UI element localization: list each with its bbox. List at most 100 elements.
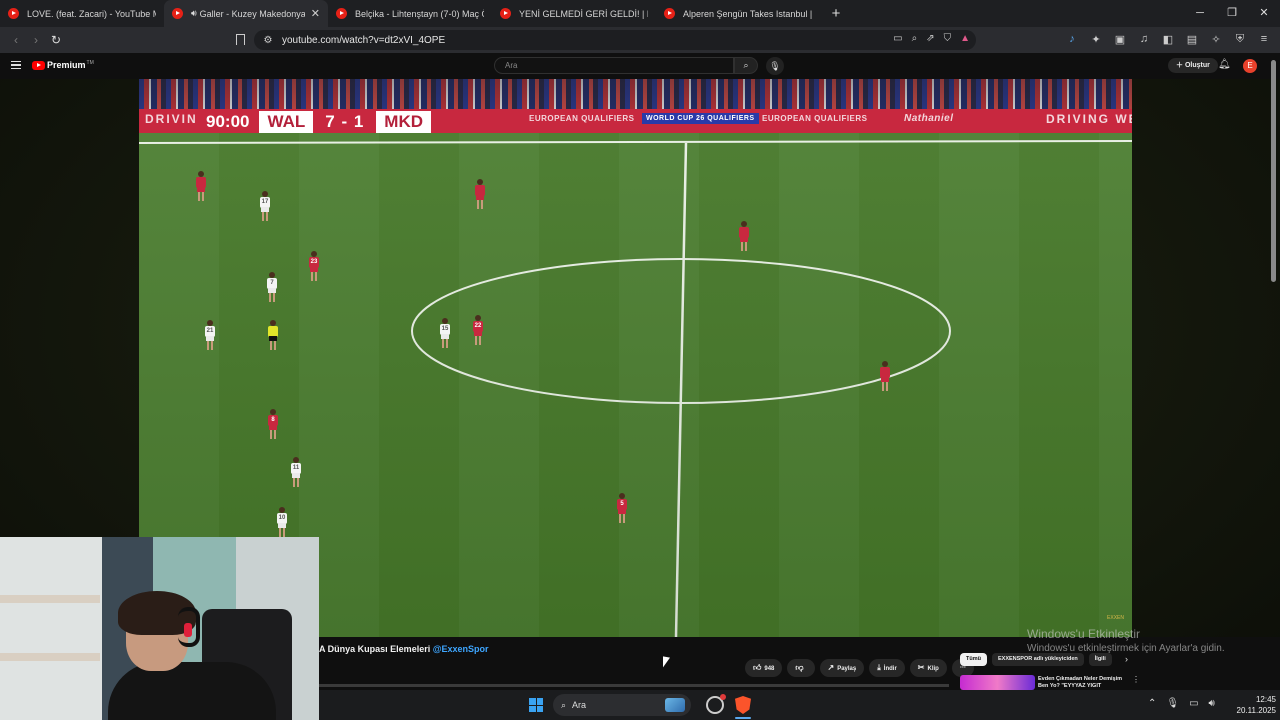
streamer-body (108, 662, 276, 720)
menu-icon[interactable]: ≡ (1256, 33, 1272, 46)
sidebar-icon[interactable]: ◧ (1160, 33, 1176, 46)
search-input[interactable]: Ara (494, 57, 734, 74)
reload-icon[interactable]: ↻ (46, 33, 66, 47)
screenshot-icon[interactable]: ▣ (1112, 33, 1128, 46)
browser-tab[interactable]: YENİ GELMEDİ GERİ GELDİ! | LOL YAY (492, 0, 656, 27)
scroll-divider (319, 684, 949, 687)
touchline (139, 140, 1132, 144)
back-icon[interactable]: ‹ (6, 33, 26, 47)
taskbar-search[interactable]: ⌕ Ara (553, 694, 691, 716)
windows-start-icon[interactable] (529, 698, 543, 712)
brave-shield-icon[interactable]: ⛉ (944, 33, 952, 44)
taskbar-search-label: Ara (572, 700, 587, 710)
audio-icon[interactable]: ♪ (1064, 33, 1080, 46)
logo-tm: TM (86, 60, 94, 66)
filter-chip[interactable]: İlgili (1088, 653, 1112, 666)
avatar[interactable]: E (1243, 59, 1257, 73)
like-button[interactable]: 👍︎ 948 (745, 659, 783, 677)
plus-icon: ＋ (1176, 62, 1185, 69)
youtube-favicon-icon (664, 8, 675, 19)
browser-tab-strip: LOVE. (feat. Zacari) - YouTube Music 🔊︎Ga… (0, 0, 1280, 27)
youtube-favicon-icon (500, 8, 511, 19)
create-button[interactable]: ＋ Oluştur (1168, 58, 1218, 73)
player-legs (262, 212, 268, 221)
north-macedonia-player: 15 (440, 318, 450, 348)
search-icon: ⌕ (561, 700, 567, 710)
youtube-premium-logo[interactable]: Premium TM (32, 60, 94, 70)
notifications-bell-icon[interactable]: 🔔︎ (1218, 59, 1231, 70)
brave-browser-icon[interactable] (735, 696, 751, 714)
page-scrollbar[interactable] (1271, 60, 1276, 282)
minimize-icon[interactable]: ─ (1184, 0, 1216, 27)
download-button[interactable]: ⤓ İndir (869, 659, 905, 677)
network-icon[interactable]: ▭ (1189, 698, 1198, 709)
share-icon[interactable]: ⇗ (926, 33, 934, 44)
close-window-icon[interactable]: ✕ (1248, 0, 1280, 27)
volume-icon[interactable]: 🔊︎ (1209, 698, 1215, 709)
webcam-overlay (0, 537, 319, 720)
extensions-area: ♪ ✦ ▣ ♫ ◧ ▤ ✧ ⛨ ≡ (1064, 33, 1272, 46)
match-score: 7 - 1 (313, 111, 377, 133)
address-bar[interactable]: ⚙ youtube.com/watch?v=dt2xVI_4OPE ▭ ⌕ ⇗ … (254, 30, 976, 50)
brave-rewards-icon[interactable]: ▲ (960, 33, 970, 44)
chevron-right-icon[interactable]: › (1125, 654, 1128, 664)
browser-toolbar: ‹ › ↻ ⚙ youtube.com/watch?v=dt2xVI_4OPE … (0, 27, 1280, 53)
cast-icon[interactable]: ▭ (893, 33, 902, 44)
north-macedonia-player: 11 (291, 457, 301, 487)
player-legs (279, 528, 285, 537)
dislike-button[interactable]: 👎︎ (787, 659, 815, 677)
share-arrow-icon: ↗ (827, 663, 835, 672)
broadcaster-watermark: EXXEN (1107, 615, 1124, 621)
site-info-icon[interactable]: ⚙ (258, 35, 278, 46)
close-tab-icon[interactable]: ✕ (311, 7, 320, 20)
tab-list: LOVE. (feat. Zacari) - YouTube Music 🔊︎Ga… (0, 0, 820, 27)
player-legs (619, 514, 625, 523)
zoom-icon[interactable]: ⌕ (912, 33, 918, 44)
media-icon[interactable]: ♫ (1136, 33, 1152, 46)
speaker-icon[interactable]: 🔊︎ (191, 8, 197, 19)
mouse-cursor (663, 656, 670, 669)
extensions-icon[interactable]: ✦ (1088, 33, 1104, 46)
download-label: İndir (883, 666, 897, 672)
browser-tab[interactable]: Belçika - Lihtenştayn (7-0) Maç Özeti (328, 0, 492, 27)
browser-tab[interactable]: 🔊︎ Galler - Kuzey Makedonya (7 ✕ (164, 0, 328, 27)
player-legs (882, 382, 888, 391)
guide-menu-icon[interactable] (11, 61, 21, 69)
bookmark-icon[interactable] (236, 34, 245, 45)
youtube-logo-icon (32, 60, 45, 70)
filter-chip[interactable]: EXXENSPOR adlı yükleyiciden (991, 653, 1084, 666)
voice-search-icon[interactable]: 🎙︎ (766, 57, 784, 75)
search-icon[interactable]: ⌕ (734, 57, 758, 74)
recommended-title[interactable]: Evden Çıkmadan Neler Demişim (1038, 676, 1138, 682)
recommended-thumbnail[interactable] (960, 675, 1035, 690)
download-icon: ⤓ (877, 663, 881, 672)
leo-ai-icon[interactable]: ✧ (1208, 33, 1224, 46)
clip-button[interactable]: ✂ Klip (909, 659, 947, 677)
tab-label: Alperen Şengün Takes Istanbul | OFF (683, 8, 812, 19)
scissors-icon: ✂ (917, 663, 925, 672)
microphone-icon[interactable]: 🎙︎ (1166, 698, 1179, 709)
player-legs (442, 339, 448, 348)
channel-handle-link[interactable]: @ExxenSpor (433, 644, 489, 654)
halfway-line (674, 142, 688, 637)
tab-label: Belçika - Lihtenştayn (7-0) Maç Özeti (355, 8, 484, 19)
browser-tab[interactable]: LOVE. (feat. Zacari) - YouTube Music (0, 0, 164, 27)
browser-tab[interactable]: Alperen Şengün Takes Istanbul | OFF (656, 0, 820, 27)
recommended-video[interactable]: Evden Çıkmadan Neler Demişim Ben Yo? "EY… (960, 675, 1260, 690)
stadium-crowd (139, 79, 1132, 109)
youtube-masthead: Premium TM Ara ⌕ 🎙︎ ＋ Oluştur 🔔︎ E (0, 53, 1280, 79)
chevron-up-icon[interactable]: ⌃ (1148, 698, 1156, 709)
wallet-icon[interactable]: ▤ (1184, 33, 1200, 46)
share-button[interactable]: ↗ Paylaş (819, 659, 865, 677)
restore-icon[interactable]: ❐ (1216, 0, 1248, 27)
vpn-icon[interactable]: ⛨ (1232, 33, 1248, 46)
taskbar-app-icon[interactable] (706, 694, 726, 714)
new-tab-button[interactable]: + (824, 5, 848, 22)
more-vertical-icon[interactable]: ⋮ (1132, 675, 1140, 684)
wales-player (196, 171, 206, 201)
player-legs (477, 200, 483, 209)
taskbar-clock[interactable]: 12:45 20.11.2025 (1228, 694, 1276, 716)
north-macedonia-player: 17 (260, 191, 270, 221)
forward-icon[interactable]: › (26, 33, 46, 47)
filter-chip[interactable]: Tümü (960, 653, 987, 666)
